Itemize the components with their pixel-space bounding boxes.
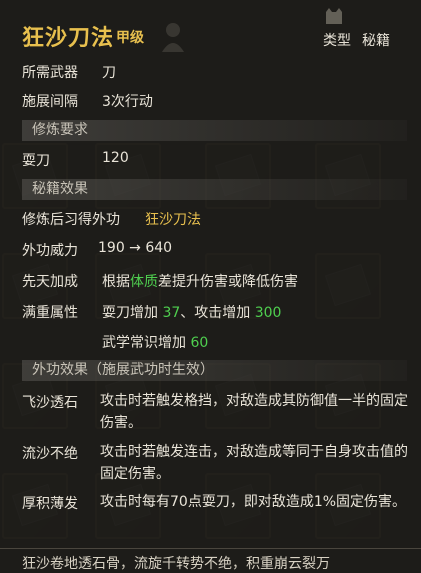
max-value: 37 — [162, 305, 181, 321]
weapon-value: 刀 — [102, 65, 116, 81]
bonus-label: 先天加成 — [22, 274, 78, 290]
flavor-text: 狂沙卷地透石骨，流旋千转势不绝，积重崩云裂万 — [22, 556, 330, 572]
max-value: 60 — [190, 335, 209, 351]
bonus-text-pre: 根据 — [102, 274, 130, 290]
bonus-value: 根据体质差提升伤害或降低伤害 — [102, 271, 298, 291]
effects-section-header: 秘籍效果 — [22, 179, 407, 200]
power-value: 190 → 640 — [98, 240, 173, 256]
max-line-1: 耍刀增加 37、攻击增加 300 — [102, 302, 281, 322]
learn-value: 狂沙刀法 — [145, 212, 201, 228]
footer-divider — [0, 548, 421, 549]
max-line-2: 武学常识增加 60 — [102, 332, 208, 352]
weapon-label: 所需武器 — [22, 65, 78, 81]
martial-skill-name: 厚积薄发 — [22, 496, 78, 512]
max-value: 300 — [254, 305, 282, 321]
martial-skill-desc: 攻击时若触发连击，对敌造成等同于自身攻击值的固定伤害。 — [100, 444, 408, 482]
max-label: 满重属性 — [22, 305, 78, 321]
requirement-skill-value: 120 — [102, 150, 129, 166]
requirements-section-header: 修炼要求 — [22, 120, 407, 141]
bonus-text-post: 差提升伤害或降低伤害 — [158, 274, 298, 290]
item-tooltip: 狂沙刀法 甲级 类型 秘籍 所需武器 刀 施展间隔 3次行动 修炼要求 耍刀 1… — [0, 0, 421, 573]
requirement-skill-label: 耍刀 — [22, 153, 50, 169]
martial-section-header: 外功效果（施展武功时生效） — [22, 360, 407, 381]
tooltip-header: 狂沙刀法 甲级 类型 秘籍 — [0, 0, 421, 56]
martial-skill-desc: 攻击时若触发格挡，对敌造成其防御值一半的固定伤害。 — [100, 393, 408, 431]
bonus-attribute: 体质 — [130, 274, 158, 290]
cat-icon — [326, 8, 342, 24]
learn-label: 修炼后习得外功 — [22, 212, 120, 228]
interval-label: 施展间隔 — [22, 94, 78, 110]
character-icon — [162, 23, 184, 52]
max-text: 、攻击增加 — [180, 305, 255, 321]
martial-skill-name: 流沙不绝 — [22, 446, 78, 462]
type-label: 类型 — [323, 33, 351, 49]
power-label: 外功威力 — [22, 243, 78, 259]
martial-skill-name: 飞沙透石 — [22, 395, 78, 411]
type-value: 秘籍 — [362, 33, 390, 49]
item-title: 狂沙刀法 — [22, 26, 115, 51]
item-grade: 甲级 — [116, 30, 144, 46]
martial-skill-desc: 攻击时每有70点耍刀，即对敌造成1%固定伤害。 — [100, 494, 407, 510]
max-text: 武学常识增加 — [102, 335, 191, 351]
max-text: 耍刀增加 — [102, 305, 163, 321]
interval-value: 3次行动 — [102, 94, 153, 110]
